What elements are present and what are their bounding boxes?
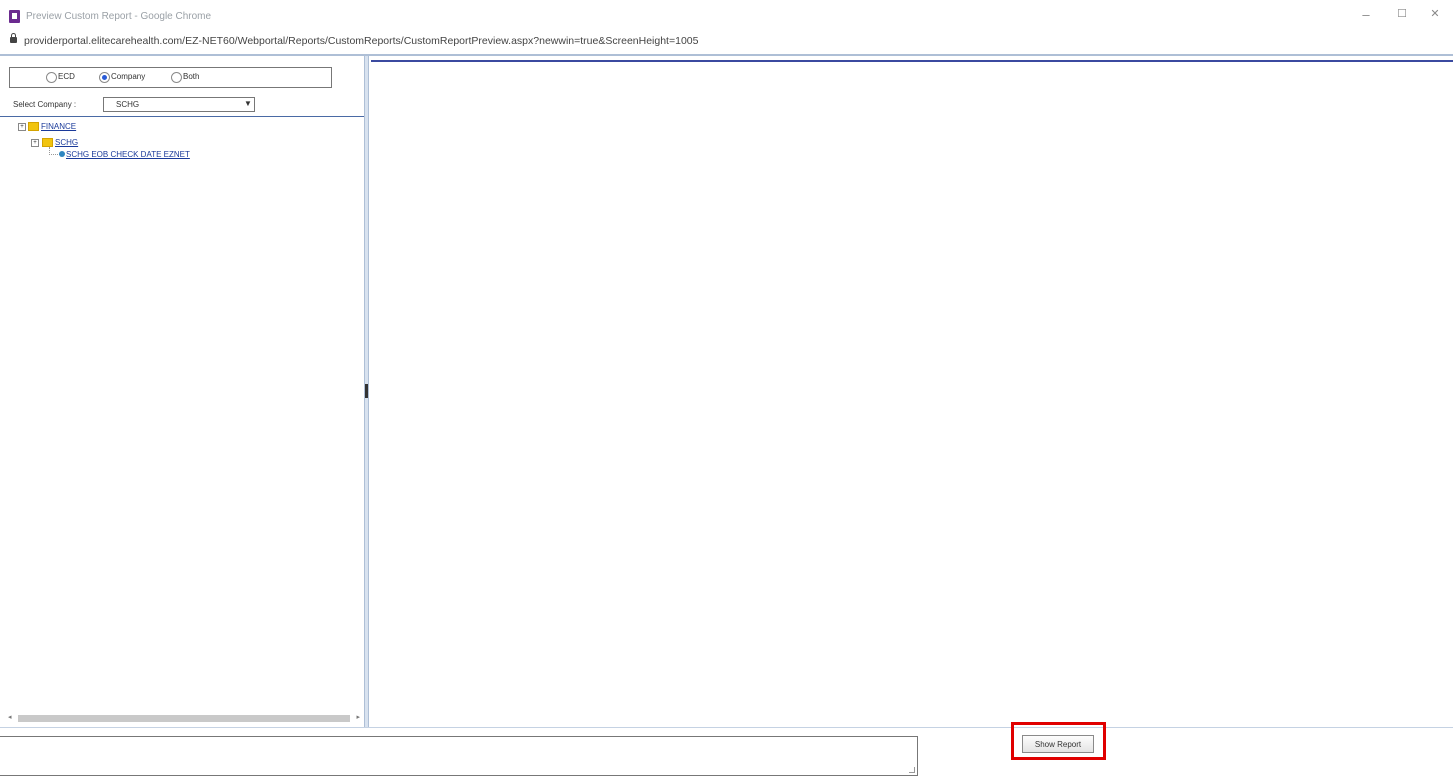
radio-company-label: Company xyxy=(111,72,146,81)
scroll-left-icon[interactable]: ◂ xyxy=(8,713,12,721)
company-select[interactable]: SCHG ▼ xyxy=(103,97,255,112)
window-title: Preview Custom Report - Google Chrome xyxy=(26,11,212,22)
radio-ecd-label: ECD xyxy=(58,72,75,81)
report-tree-pane: ECD Company Both Select Company : SCHG ▼… xyxy=(0,56,364,728)
pane-divider xyxy=(0,116,364,117)
footer-divider xyxy=(0,727,1453,728)
expand-finance-icon[interactable]: + xyxy=(18,123,26,131)
source-radio-group: ECD Company Both xyxy=(9,67,332,88)
browser-titlebar: Preview Custom Report - Google Chrome – … xyxy=(0,0,1453,31)
chevron-down-icon: ▼ xyxy=(244,99,252,108)
app-icon xyxy=(9,10,20,23)
radio-ecd[interactable] xyxy=(46,72,57,83)
close-button[interactable]: ✕ xyxy=(1425,7,1445,20)
tree-node-schg[interactable]: SCHG xyxy=(55,138,78,147)
radio-both[interactable] xyxy=(171,72,182,83)
horizontal-scrollbar[interactable]: ◂ ▸ xyxy=(8,713,360,723)
radio-both-label: Both xyxy=(183,72,200,81)
show-report-button[interactable]: Show Report xyxy=(1022,735,1094,753)
folder-icon xyxy=(42,138,53,147)
report-preview-pane xyxy=(371,60,1453,728)
expand-schg-icon[interactable]: + xyxy=(31,139,39,147)
pane-splitter[interactable] xyxy=(364,56,369,728)
company-select-value: SCHG xyxy=(116,100,140,109)
scroll-right-icon[interactable]: ▸ xyxy=(356,713,360,721)
scrollbar-thumb[interactable] xyxy=(18,715,350,722)
select-company-label: Select Company : xyxy=(13,100,77,109)
maximize-button[interactable]: ☐ xyxy=(1392,7,1412,20)
splitter-handle-icon[interactable] xyxy=(365,384,368,398)
minimize-button[interactable]: – xyxy=(1356,7,1376,22)
parameters-textarea[interactable] xyxy=(0,736,918,776)
address-bar[interactable]: providerportal.elitecarehealth.com/EZ-NE… xyxy=(0,30,1453,56)
url-text[interactable]: providerportal.elitecarehealth.com/EZ-NE… xyxy=(24,35,698,47)
report-icon xyxy=(59,151,65,157)
lock-icon xyxy=(10,33,17,43)
resize-grip-icon[interactable] xyxy=(909,767,915,773)
tree-node-finance[interactable]: FINANCE xyxy=(41,122,76,131)
folder-icon xyxy=(28,122,39,131)
tree-node-report[interactable]: SCHG EOB CHECK DATE EZNET xyxy=(66,150,190,159)
radio-company[interactable] xyxy=(99,72,110,83)
